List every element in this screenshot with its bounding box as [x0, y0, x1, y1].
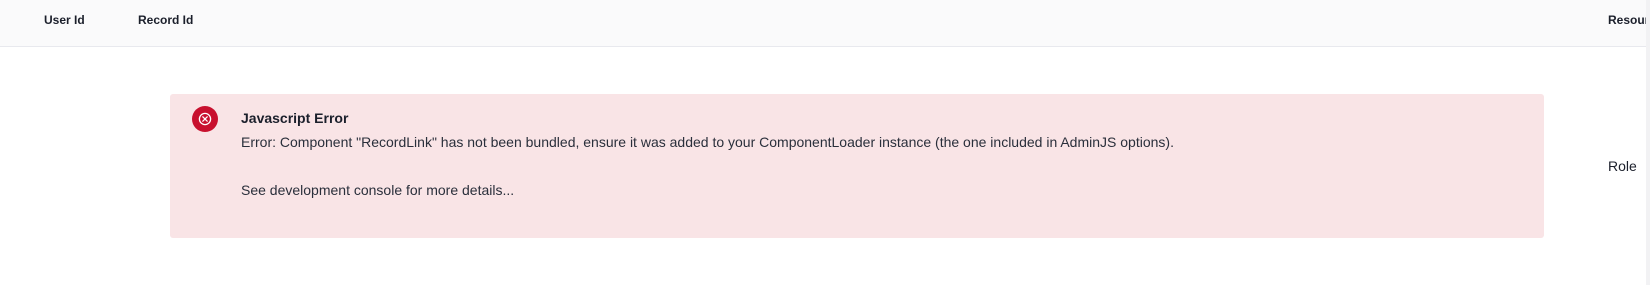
column-header-user-id[interactable]: User Id — [44, 13, 85, 27]
error-title: Javascript Error — [241, 110, 349, 126]
column-header-record-id[interactable]: Record Id — [138, 13, 193, 27]
close-x-glyph — [198, 112, 212, 126]
table-header: User Id Record Id Resourc — [0, 0, 1650, 47]
right-edge-divider — [1646, 0, 1650, 285]
table-cell-resource-role: Role — [1608, 158, 1637, 174]
error-message-text: Error: Component "RecordLink" has not be… — [241, 134, 1174, 150]
error-circle-x-icon — [192, 106, 218, 132]
records-table-page: User Id Record Id Resourc Javascript Err… — [0, 0, 1650, 285]
error-message-box: Javascript Error Error: Component "Recor… — [170, 94, 1544, 238]
column-header-resource[interactable]: Resourc — [1608, 13, 1650, 27]
error-hint-text: See development console for more details… — [241, 182, 515, 198]
